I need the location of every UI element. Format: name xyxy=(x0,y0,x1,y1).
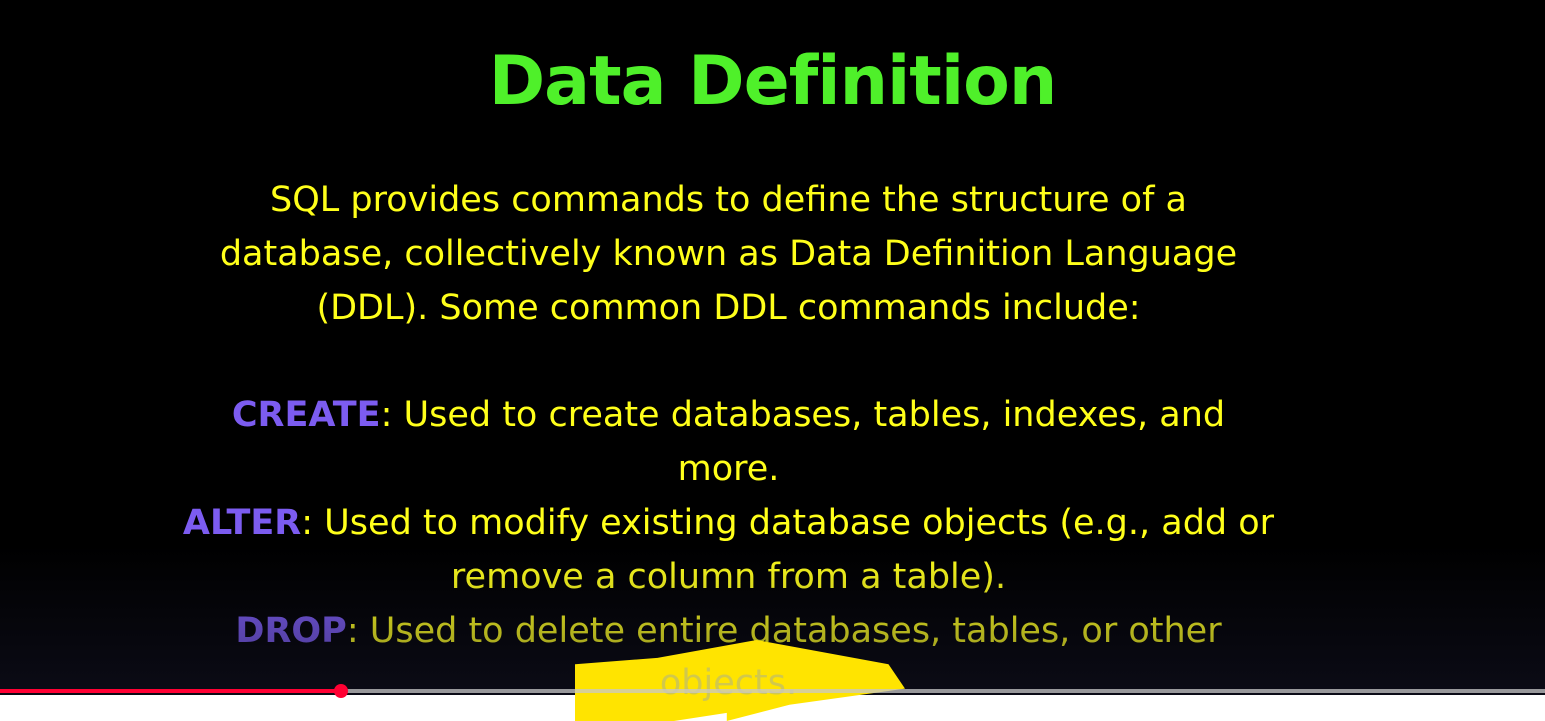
video-frame[interactable]: Data Definition SQL provides commands to… xyxy=(0,0,1545,695)
slide-title: Data Definition xyxy=(488,42,1058,121)
progress-bar-played[interactable] xyxy=(0,689,341,693)
keyword-alter: ALTER xyxy=(182,503,302,543)
command-create-line: CREATE: Used to create databases, tables… xyxy=(0,390,1457,440)
intro-line-2: database, collectively known as Data Def… xyxy=(219,234,1238,274)
progress-scrubber-handle[interactable] xyxy=(334,684,348,698)
command-drop-desc: : Used to delete entire databases, table… xyxy=(346,611,1222,651)
intro-line-3: (DDL). Some common DDL commands include: xyxy=(316,288,1141,328)
command-alter-desc-cont: remove a column from a table). xyxy=(450,557,1007,597)
video-player[interactable]: Data Definition SQL provides commands to… xyxy=(0,0,1545,721)
command-create-desc: : Used to create databases, tables, inde… xyxy=(380,395,1226,435)
command-alter-line: ALTER: Used to modify existing database … xyxy=(0,498,1457,548)
intro-line-1: SQL provides commands to define the stru… xyxy=(270,180,1187,220)
keyword-drop: DROP xyxy=(235,611,347,651)
command-drop-desc-cont: objects. xyxy=(659,663,798,703)
keyword-create: CREATE xyxy=(231,395,381,435)
command-create-desc-cont: more. xyxy=(677,449,780,489)
command-alter-desc: : Used to modify existing database objec… xyxy=(301,503,1275,543)
